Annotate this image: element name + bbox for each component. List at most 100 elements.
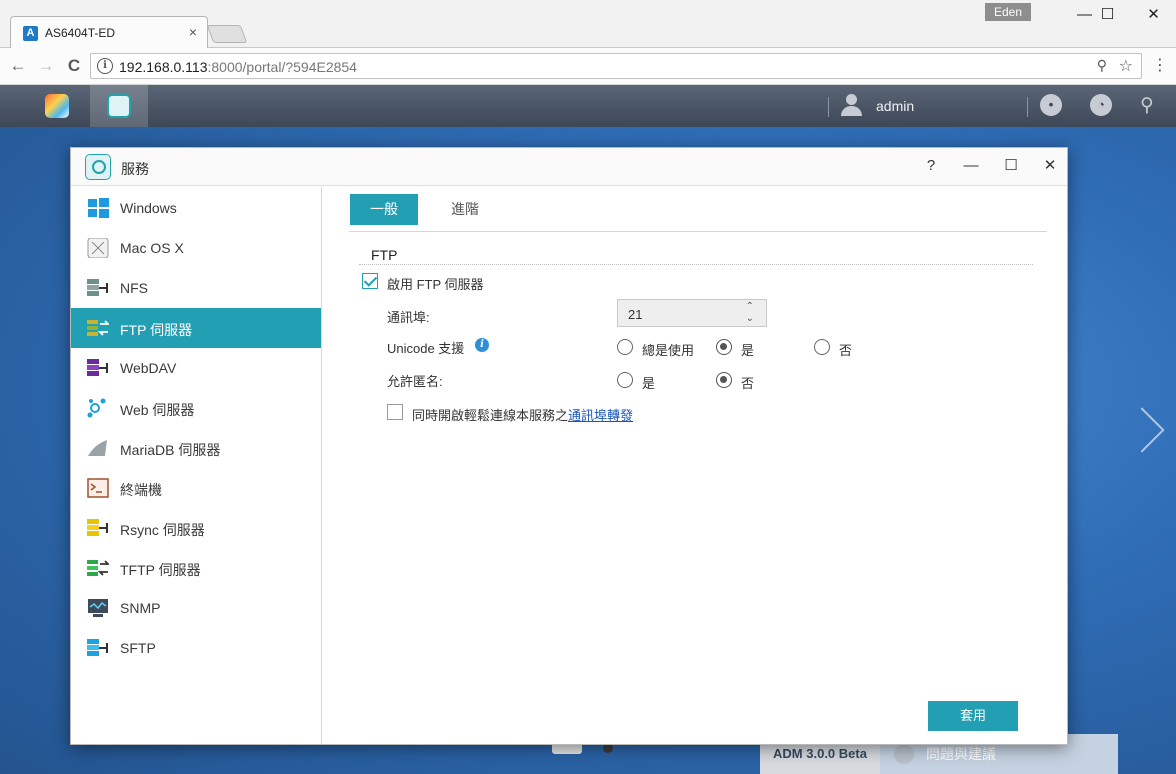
sidebar-item-macos[interactable]: Mac OS X — [71, 228, 321, 268]
anonymous-yes-radio[interactable] — [617, 372, 633, 388]
ftp-icon — [87, 320, 109, 336]
unicode-yes-radio[interactable] — [716, 339, 732, 355]
sidebar-item-label: MariaDB 伺服器 — [120, 442, 221, 458]
enable-ftp-checkbox[interactable] — [362, 273, 378, 289]
url-host: 192.168.0.113 — [119, 59, 208, 75]
sidebar-item-label: SNMP — [120, 600, 161, 616]
site-info-icon[interactable]: i — [97, 58, 113, 74]
apply-button[interactable]: 套用 — [928, 701, 1018, 731]
unicode-no-radio[interactable] — [814, 339, 830, 355]
sidebar-item-label: Web 伺服器 — [120, 402, 195, 418]
sidebar-item-ftp[interactable]: FTP 伺服器 — [71, 308, 321, 348]
help-button[interactable]: ? — [919, 154, 943, 178]
address-bar[interactable]: i 192.168.0.113:8000/portal/?594E2854 ⚲ … — [90, 53, 1142, 79]
taskbar-divider — [1027, 97, 1028, 117]
sidebar-item-sftp[interactable]: SFTP — [71, 628, 321, 668]
password-key-icon[interactable]: ⚲ — [1097, 57, 1107, 74]
app-central-button[interactable] — [28, 85, 86, 127]
mariadb-icon — [88, 440, 107, 456]
port-forwarding-checkbox[interactable] — [387, 404, 403, 420]
anonymous-yes-label: 是 — [642, 376, 656, 391]
port-decrement-icon[interactable]: ⌄ — [746, 313, 754, 324]
settings-tabs: 一般 進階 — [349, 187, 1047, 232]
url-text: 192.168.0.113:8000/portal/?594E2854 — [119, 59, 357, 75]
sidebar-item-mariadb[interactable]: MariaDB 伺服器 — [71, 428, 321, 468]
services-app-button[interactable] — [90, 85, 148, 127]
feedback-label: 問題與建議 — [926, 746, 996, 762]
reload-button[interactable]: C — [63, 55, 85, 77]
bookmark-star-icon[interactable]: ☆ — [1119, 56, 1133, 76]
window-header: 服務 ? — ☐ ✕ — [71, 148, 1067, 186]
unicode-no-label: 否 — [839, 343, 853, 358]
terminal-icon — [87, 478, 109, 498]
sidebar-item-rsync[interactable]: Rsync 伺服器 — [71, 508, 321, 548]
webdav-icon — [87, 359, 108, 376]
forward-button[interactable]: → — [35, 55, 57, 77]
sidebar-item-windows[interactable]: Windows — [71, 188, 321, 228]
search-icon[interactable]: ⚲ — [1140, 94, 1154, 117]
port-forwarding-text: 同時開啟輕鬆連線本服務之 — [412, 408, 569, 423]
notification-bell-icon[interactable]: • — [1040, 94, 1062, 116]
system-monitor-icon[interactable]: ◔ — [1090, 94, 1112, 116]
profile-badge[interactable]: Eden — [985, 3, 1031, 21]
tab-general[interactable]: 一般 — [350, 194, 418, 225]
anonymous-label: 允許匿名: — [387, 374, 443, 389]
bug-icon — [894, 744, 914, 764]
services-window-icon — [85, 154, 111, 180]
enable-ftp-label: 啟用 FTP 伺服器 — [387, 277, 484, 292]
taskbar-divider — [828, 97, 829, 117]
tftp-icon — [87, 560, 109, 576]
maximize-window-button[interactable]: ☐ — [1085, 0, 1130, 30]
sidebar-item-snmp[interactable]: SNMP — [71, 588, 321, 628]
browser-tab[interactable]: A AS6404T-ED × — [10, 16, 208, 48]
services-window: 服務 ? — ☐ ✕ Windows Mac OS X NFS FTP 伺服器 … — [70, 147, 1068, 745]
anonymous-no-label: 否 — [741, 376, 755, 391]
window-close-button[interactable]: ✕ — [1038, 154, 1062, 178]
user-icon-head — [846, 94, 857, 105]
adm-taskbar — [0, 85, 1176, 127]
services-app-icon — [107, 94, 131, 118]
sidebar-item-nfs[interactable]: NFS — [71, 268, 321, 308]
rsync-icon — [87, 519, 108, 536]
browser-menu-icon[interactable]: ⋮ — [1152, 56, 1168, 76]
nfs-icon — [87, 279, 108, 296]
port-label: 通訊埠: — [387, 310, 430, 325]
back-button[interactable]: ← — [7, 55, 29, 77]
window-minimize-button[interactable]: — — [959, 154, 983, 178]
section-divider — [359, 264, 1033, 265]
macos-icon — [87, 238, 109, 258]
sidebar-item-label: FTP 伺服器 — [120, 322, 193, 338]
sidebar-item-tftp[interactable]: TFTP 伺服器 — [71, 548, 321, 588]
next-page-arrow-icon[interactable] — [1134, 400, 1174, 460]
window-maximize-button[interactable]: ☐ — [999, 154, 1023, 178]
sidebar-item-terminal[interactable]: 終端機 — [71, 468, 321, 508]
app-central-icon — [45, 94, 69, 118]
sidebar-item-label: Rsync 伺服器 — [120, 522, 205, 538]
unicode-yes-label: 是 — [741, 343, 755, 358]
port-increment-icon[interactable]: ⌃ — [746, 301, 754, 312]
close-window-button[interactable]: ✕ — [1131, 0, 1176, 30]
user-icon-body — [841, 106, 862, 116]
new-tab-button[interactable] — [206, 25, 248, 43]
unicode-label: Unicode 支援 — [387, 341, 465, 356]
windows-icon — [88, 198, 109, 218]
sidebar-item-webdav[interactable]: WebDAV — [71, 348, 321, 388]
port-forwarding-link[interactable]: 通訊埠轉發 — [568, 408, 633, 423]
browser-titlebar: A AS6404T-ED × Eden — ☐ ✕ — [0, 0, 1176, 48]
sidebar-item-label: WebDAV — [120, 360, 177, 376]
browser-toolbar: ← → C i 192.168.0.113:8000/portal/?594E2… — [0, 48, 1176, 85]
section-title: FTP — [371, 247, 398, 263]
sidebar-item-label: Mac OS X — [120, 240, 184, 256]
tab-close-icon[interactable]: × — [189, 24, 197, 40]
info-icon[interactable]: i — [475, 338, 489, 352]
username[interactable]: admin — [876, 98, 914, 114]
anonymous-no-radio[interactable] — [716, 372, 732, 388]
port-input[interactable]: 21 ⌃ ⌄ — [617, 299, 767, 327]
sidebar-item-web-server[interactable]: Web 伺服器 — [71, 388, 321, 428]
web-server-icon — [87, 398, 106, 418]
tab-advanced[interactable]: 進階 — [435, 194, 495, 225]
sidebar-item-label: TFTP 伺服器 — [120, 562, 201, 578]
url-path: :8000/portal/?594E2854 — [207, 59, 357, 75]
user-icon[interactable] — [840, 94, 862, 116]
unicode-always-radio[interactable] — [617, 339, 633, 355]
